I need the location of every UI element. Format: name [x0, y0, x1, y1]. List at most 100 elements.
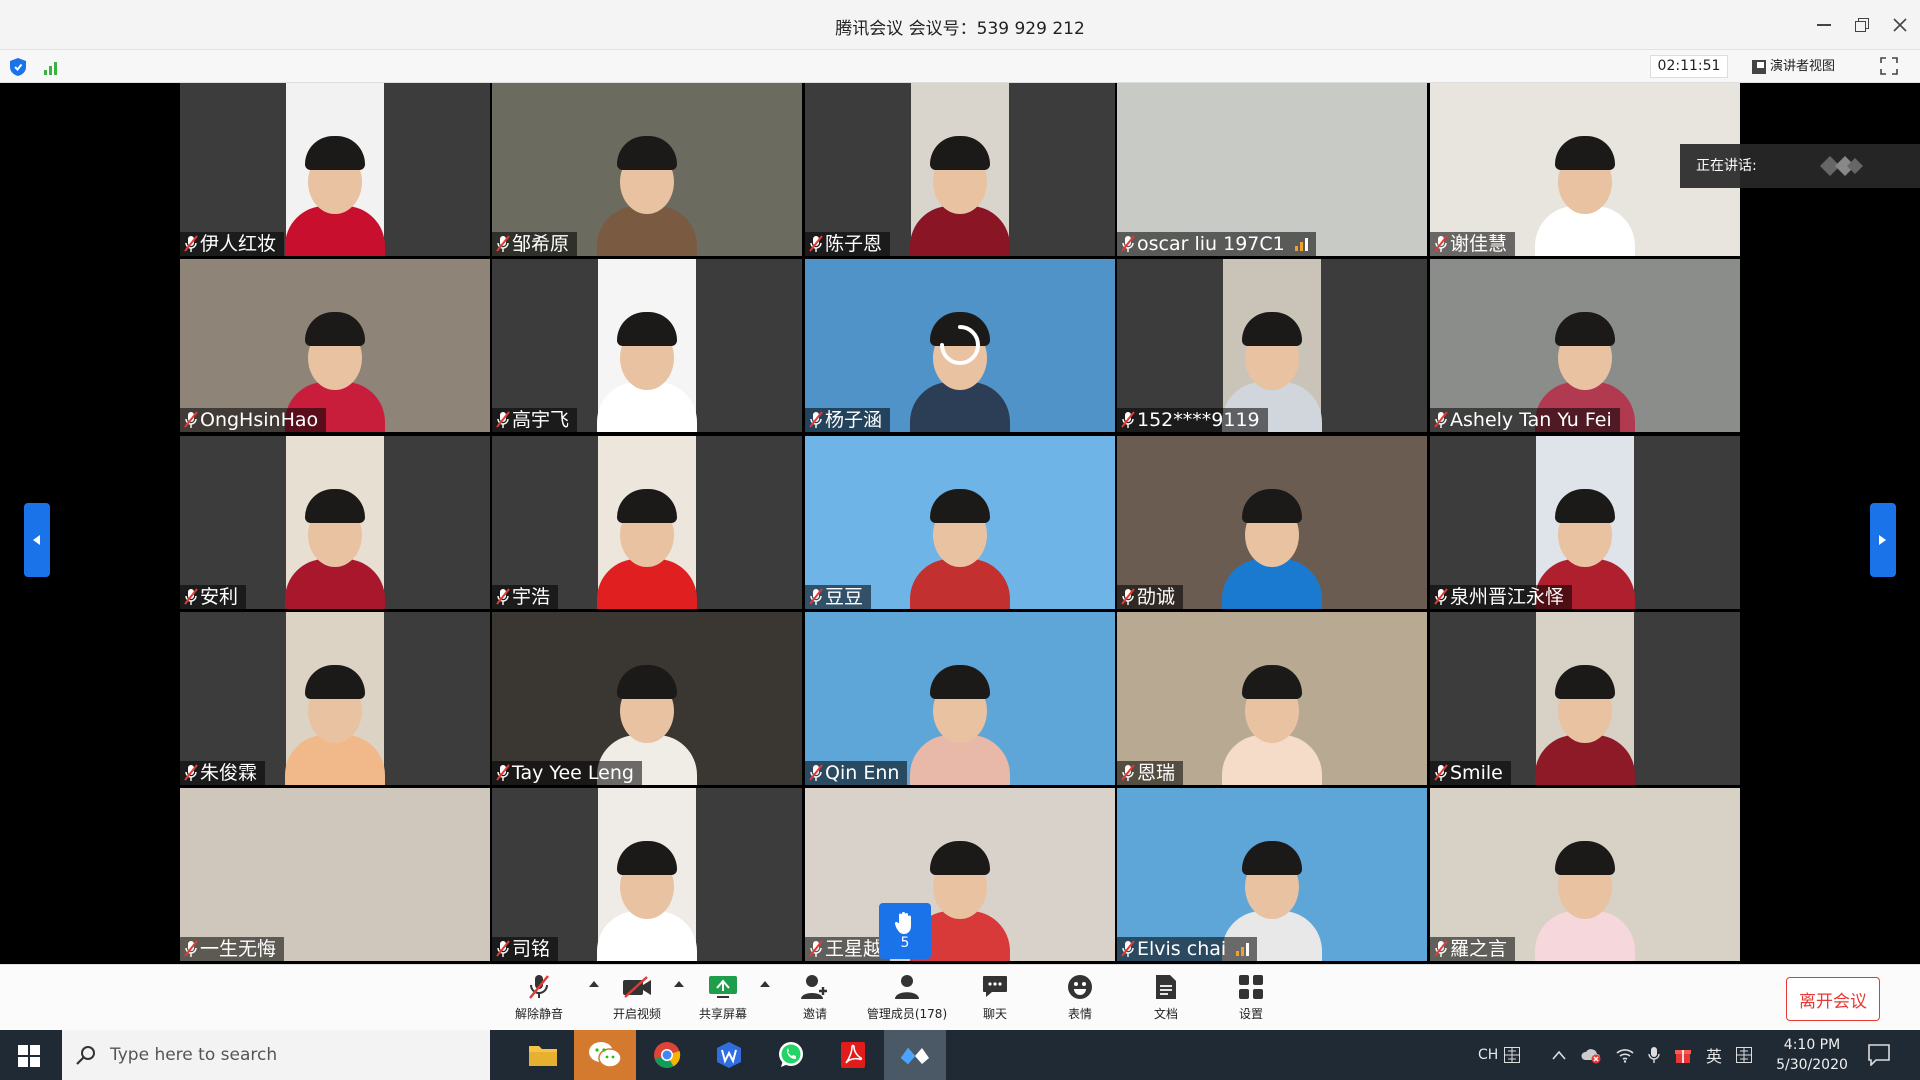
emoji-button[interactable]: 表情: [1035, 973, 1125, 1025]
settings-button[interactable]: 设置: [1206, 973, 1296, 1025]
mic-muted-icon: [496, 411, 510, 428]
mic-muted-icon: [809, 940, 823, 957]
participant-name: 高宇飞: [512, 409, 570, 431]
participant-tile[interactable]: 邹希原: [492, 83, 802, 256]
participant-name-tag: 恩瑞: [1117, 761, 1184, 785]
taskbar-whatsapp[interactable]: [760, 1030, 822, 1080]
participant-name: 劭诚: [1137, 586, 1176, 608]
unmute-button[interactable]: 解除静音: [494, 973, 584, 1025]
restore-icon: [1855, 18, 1869, 32]
docs-label: 文档: [1153, 1007, 1178, 1021]
invite-button[interactable]: 邀请: [770, 973, 860, 1025]
taskbar-tencent-meeting[interactable]: [884, 1030, 946, 1080]
participant-tile[interactable]: 劭诚: [1117, 436, 1427, 609]
prev-page-button[interactable]: [24, 503, 50, 577]
participant-tile[interactable]: oscar liu 197C1: [1117, 83, 1427, 256]
participant-name-tag: 司铭: [492, 937, 559, 961]
meeting-timer: 02:11:51: [1650, 55, 1728, 78]
participant-name-tag: Elvis chai: [1117, 937, 1258, 961]
participant-tile[interactable]: 豆豆: [805, 436, 1115, 609]
restore-button[interactable]: [1846, 10, 1878, 40]
info-bar: 02:11:51 演讲者视图: [0, 50, 1920, 83]
participant-tile[interactable]: 伊人红妆: [180, 83, 490, 256]
participant-tile[interactable]: 一生无悔: [180, 788, 490, 961]
chevron-up-icon[interactable]: [1552, 1050, 1566, 1060]
participant-tile[interactable]: 恩瑞: [1117, 612, 1427, 785]
mic-muted-icon: [184, 235, 198, 252]
participant-tile[interactable]: 高宇飞: [492, 259, 802, 432]
participant-tile[interactable]: 泉州晋江永怿: [1430, 436, 1740, 609]
participant-tile[interactable]: Elvis chai: [1117, 788, 1427, 961]
fullscreen-button[interactable]: [1880, 57, 1898, 79]
mic-muted-icon: [809, 764, 823, 781]
participant-tile[interactable]: 羅之言: [1430, 788, 1740, 961]
wifi-icon[interactable]: [1616, 1047, 1634, 1063]
participant-tile[interactable]: 152****9119: [1117, 259, 1427, 432]
participant-tile[interactable]: 安利: [180, 436, 490, 609]
participant-tile[interactable]: 朱俊霖: [180, 612, 490, 785]
participant-video: [1430, 788, 1740, 961]
participant-name: Ashely Tan Yu Fei: [1450, 409, 1612, 431]
wechat-icon: [589, 1042, 622, 1068]
taskbar-wps[interactable]: [698, 1030, 760, 1080]
leave-meeting-button[interactable]: 离开会议: [1786, 977, 1880, 1021]
participant-tile[interactable]: Ashely Tan Yu Fei: [1430, 259, 1740, 432]
docs-button[interactable]: 文档: [1121, 973, 1211, 1025]
cloud-warning-icon[interactable]: [1580, 1046, 1602, 1064]
participant-video: [1117, 612, 1427, 785]
emoji-icon: [1068, 975, 1092, 999]
participant-tile[interactable]: 王星越: [805, 788, 1115, 961]
participant-video: [492, 612, 802, 785]
meeting-toolbar: 解除静音 开启视频 共享屏幕 邀请 管理成员(178) 聊天 表情 文档 设置 …: [0, 964, 1920, 1030]
network-signal-icon[interactable]: [44, 60, 60, 79]
participant-video: [1117, 436, 1427, 609]
windows-start-button[interactable]: [18, 1045, 40, 1071]
tray-language[interactable]: CH: [1478, 1030, 1521, 1080]
taskbar-chrome[interactable]: [636, 1030, 698, 1080]
participant-name: 恩瑞: [1137, 762, 1176, 784]
search-icon: [76, 1046, 95, 1065]
manage-members-button[interactable]: 管理成员(178): [860, 973, 954, 1025]
participant-name-tag: 劭诚: [1117, 585, 1184, 609]
taskbar-search[interactable]: Type here to search: [62, 1030, 490, 1080]
ime-settings-grid-icon[interactable]: [1736, 1047, 1753, 1063]
raised-hands-badge[interactable]: 5: [879, 903, 931, 959]
mic-muted-icon: [496, 235, 510, 252]
participant-video: [597, 259, 697, 432]
taskbar-clock[interactable]: 4:10 PM 5/30/2020: [1772, 1035, 1852, 1075]
close-button[interactable]: [1884, 10, 1916, 40]
taskbar-wechat[interactable]: [574, 1030, 636, 1080]
participant-tile[interactable]: Qin Enn: [805, 612, 1115, 785]
pdf-reader-icon: [841, 1042, 865, 1068]
chat-button[interactable]: 聊天: [950, 973, 1040, 1025]
participant-name: 朱俊霖: [200, 762, 258, 784]
taskbar-acrobat[interactable]: [822, 1030, 884, 1080]
security-shield-icon[interactable]: [10, 58, 26, 80]
gift-red-icon[interactable]: [1674, 1046, 1692, 1064]
ime-mode-label[interactable]: 英: [1706, 1043, 1722, 1067]
microphone-icon[interactable]: [1648, 1046, 1660, 1064]
share-screen-button[interactable]: 共享屏幕: [678, 973, 768, 1025]
tray-lang-label: CH: [1478, 1047, 1499, 1063]
participant-tile[interactable]: Tay Yee Leng: [492, 612, 802, 785]
members-icon: [895, 975, 919, 999]
presenter-view-button[interactable]: 演讲者视图: [1752, 55, 1835, 78]
next-page-button[interactable]: [1870, 503, 1896, 577]
participant-tile[interactable]: OngHsinHao: [180, 259, 490, 432]
taskbar-file-explorer[interactable]: [512, 1030, 574, 1080]
participant-video: [1117, 788, 1427, 961]
participant-video: [285, 612, 385, 785]
os-taskbar: Type here to search CH 英 4:10 PM 5/30/20…: [0, 1030, 1920, 1080]
participant-tile[interactable]: Smile: [1430, 612, 1740, 785]
notification-center-button[interactable]: [1868, 1044, 1890, 1070]
start-video-button[interactable]: 开启视频: [592, 973, 682, 1025]
mic-muted-icon: [1121, 764, 1135, 781]
minimize-button[interactable]: [1808, 10, 1840, 40]
participant-tile[interactable]: 宇浩: [492, 436, 802, 609]
folder-icon: [529, 1046, 557, 1066]
participant-tile[interactable]: 司铭: [492, 788, 802, 961]
caret-up-icon: [760, 981, 770, 987]
participant-video: [805, 788, 1115, 961]
chat-icon: [983, 976, 1007, 997]
participant-tile[interactable]: 陈子恩: [805, 83, 1115, 256]
